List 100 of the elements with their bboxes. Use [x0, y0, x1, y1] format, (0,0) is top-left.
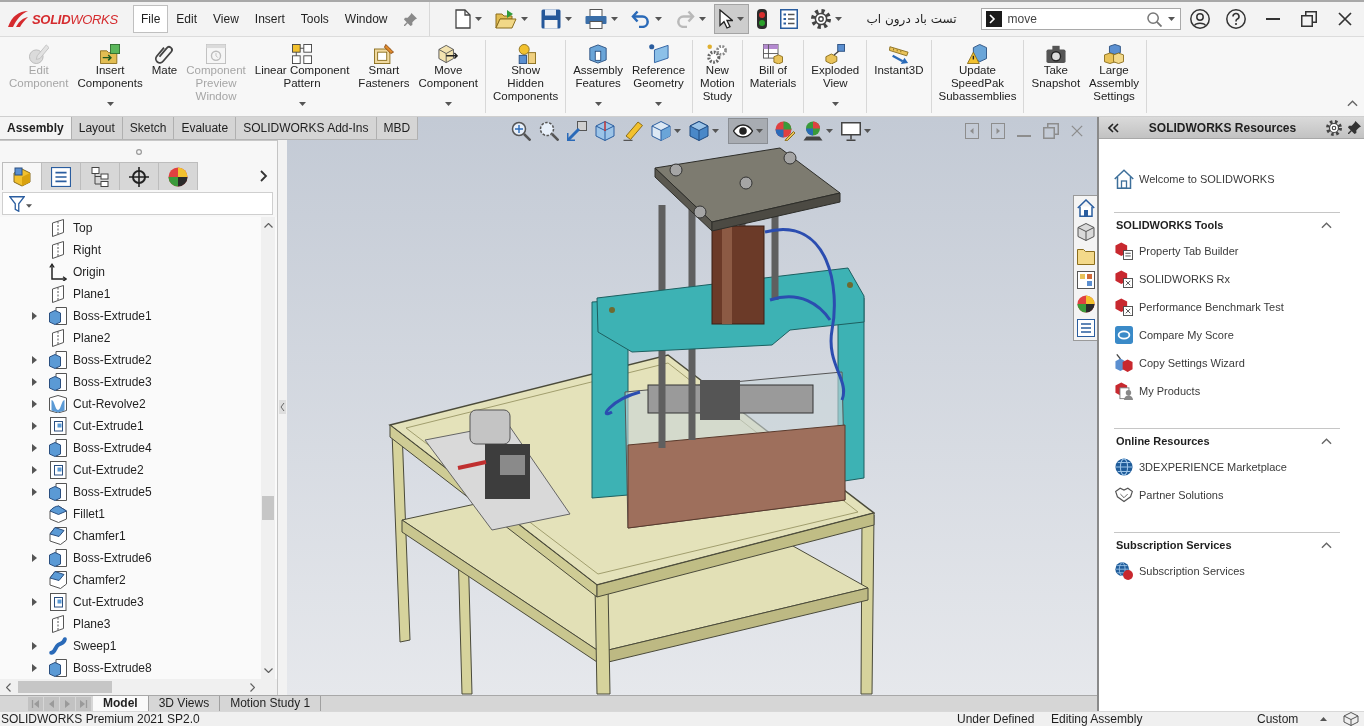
gear-icon[interactable] [1326, 119, 1342, 136]
tree-item[interactable]: Boss-Extrude4 [73, 441, 152, 455]
menu-item[interactable]: View [205, 5, 247, 33]
tab[interactable]: Assembly [0, 117, 72, 139]
tree-item[interactable]: Sweep1 [73, 639, 117, 653]
command-button[interactable]: Move Component [416, 40, 480, 113]
resource-link[interactable]: SOLIDWORKS Rx [1139, 273, 1231, 285]
scroll-left-icon[interactable] [6, 682, 11, 692]
resource-link[interactable]: My Products [1139, 385, 1201, 397]
restore-icon[interactable] [1301, 11, 1317, 27]
command-button[interactable]: Linear Component Pattern [252, 40, 352, 113]
vertical-scrollbar[interactable] [261, 217, 275, 679]
tree-item[interactable]: Chamfer2 [73, 573, 126, 587]
expand-arrow-icon[interactable] [32, 554, 37, 562]
panel-tab[interactable] [41, 162, 81, 190]
command-button[interactable]: Large Assembly Settings [1087, 40, 1141, 113]
tree-item[interactable]: Boss-Extrude6 [73, 551, 152, 565]
resource-link[interactable]: Property Tab Builder [1139, 245, 1239, 257]
splitter-handle-icon[interactable] [279, 400, 286, 414]
cube-outline-icon[interactable] [1343, 712, 1359, 726]
filter-field[interactable] [2, 192, 273, 215]
units-selector[interactable]: Custom [1257, 712, 1320, 726]
tab[interactable]: Model [93, 696, 149, 711]
scrollbar-thumb[interactable] [262, 496, 274, 520]
chevron-up-icon[interactable] [1321, 221, 1332, 229]
expand-arrow-icon[interactable] [32, 664, 37, 672]
resource-link[interactable]: Compare My Score [1139, 329, 1234, 341]
expand-arrow-icon[interactable] [32, 312, 37, 320]
grip-dot-icon[interactable] [135, 148, 142, 155]
tree-item[interactable]: Top [73, 221, 93, 235]
pin-icon[interactable] [1348, 121, 1361, 134]
tree-item[interactable]: Cut-Extrude2 [73, 463, 144, 477]
command-button[interactable]: Smart Fasteners [356, 40, 412, 113]
tree-item[interactable]: Boss-Extrude8 [73, 661, 152, 675]
expand-arrow-icon[interactable] [32, 488, 37, 496]
scroll-up-icon[interactable] [263, 223, 273, 228]
tree-item[interactable]: Origin [73, 265, 105, 279]
command-button[interactable]: Take Snapshot [1029, 40, 1083, 113]
tree-item[interactable]: Plane2 [73, 331, 111, 345]
tree-item[interactable]: Fillet1 [73, 507, 105, 521]
help-icon[interactable] [1226, 9, 1246, 29]
tree-item[interactable]: Boss-Extrude3 [73, 375, 152, 389]
tree-item[interactable]: Cut-Extrude3 [73, 595, 144, 609]
panel-tab[interactable] [2, 162, 42, 190]
menu-item[interactable]: Edit [168, 5, 206, 33]
color-ball-icon[interactable] [1076, 295, 1095, 313]
scroll-right-icon[interactable] [250, 682, 255, 692]
scroll-down-icon[interactable] [263, 668, 273, 673]
command-button[interactable]: Update SpeedPak Subassemblies [936, 40, 1019, 113]
command-button[interactable]: Reference Geometry [630, 40, 688, 113]
expand-arrow-icon[interactable] [32, 422, 37, 430]
caret-icon[interactable] [1167, 17, 1175, 21]
tree-item[interactable]: Right [73, 243, 101, 257]
tile-right-icon[interactable] [991, 123, 1005, 139]
chevron-up-icon[interactable] [1347, 100, 1358, 107]
resource-link[interactable]: Performance Benchmark Test [1139, 301, 1284, 313]
command-button[interactable]: New Motion Study [698, 40, 737, 113]
view-palette-icon[interactable] [1076, 271, 1095, 289]
panel-tab[interactable] [158, 162, 198, 190]
resource-link[interactable]: Copy Settings Wizard [1139, 357, 1245, 369]
toolbar-button[interactable] [728, 118, 768, 144]
parts-library-icon[interactable] [1076, 223, 1095, 241]
menu-item[interactable]: Tools [292, 5, 337, 33]
command-button[interactable]: Show Hidden Components [490, 40, 561, 113]
expand-arrow-icon[interactable] [32, 466, 37, 474]
close-icon[interactable] [1338, 12, 1352, 26]
chevron-right-icon[interactable] [260, 170, 268, 182]
tree-item[interactable]: Cut-Extrude1 [73, 419, 144, 433]
tree-item[interactable]: Plane3 [73, 617, 111, 631]
command-button[interactable]: Bill of Materials [747, 40, 799, 113]
command-button[interactable]: Mate [149, 40, 180, 113]
resource-link[interactable]: Subscription Services [1139, 565, 1245, 577]
double-chevron-left-icon[interactable] [1108, 122, 1119, 133]
property-list-icon[interactable] [1076, 319, 1095, 337]
search-icon[interactable] [1146, 11, 1162, 27]
menu-item[interactable]: Window [336, 5, 396, 33]
caret-up-icon[interactable] [1320, 717, 1327, 721]
expand-arrow-icon[interactable] [32, 378, 37, 386]
panel-tab[interactable] [119, 162, 159, 190]
tree-item[interactable]: Boss-Extrude1 [73, 309, 152, 323]
tree-item[interactable]: Cut-Revolve2 [73, 397, 146, 411]
tile-left-icon[interactable] [965, 123, 979, 139]
scrollbar-thumb[interactable] [18, 681, 112, 693]
command-button[interactable]: Exploded View [809, 40, 862, 113]
expand-arrow-icon[interactable] [32, 356, 37, 364]
tree-item[interactable]: Boss-Extrude2 [73, 353, 152, 367]
menu-item[interactable]: File [133, 5, 169, 33]
tree-item[interactable]: Plane1 [73, 287, 111, 301]
folder-icon[interactable] [1076, 247, 1095, 265]
expand-arrow-icon[interactable] [32, 598, 37, 606]
user-icon[interactable] [1190, 9, 1210, 29]
horizontal-scrollbar[interactable] [0, 679, 277, 695]
chevron-up-icon[interactable] [1321, 437, 1332, 445]
expand-arrow-icon[interactable] [32, 444, 37, 452]
search-field[interactable]: move [980, 8, 1181, 30]
expand-arrow-icon[interactable] [32, 400, 37, 408]
tree-item[interactable]: Chamfer1 [73, 529, 126, 543]
welcome-link[interactable]: Welcome to SOLIDWORKS [1139, 173, 1275, 185]
chevron-up-icon[interactable] [1321, 541, 1332, 549]
menu-item[interactable]: Insert [246, 5, 293, 33]
